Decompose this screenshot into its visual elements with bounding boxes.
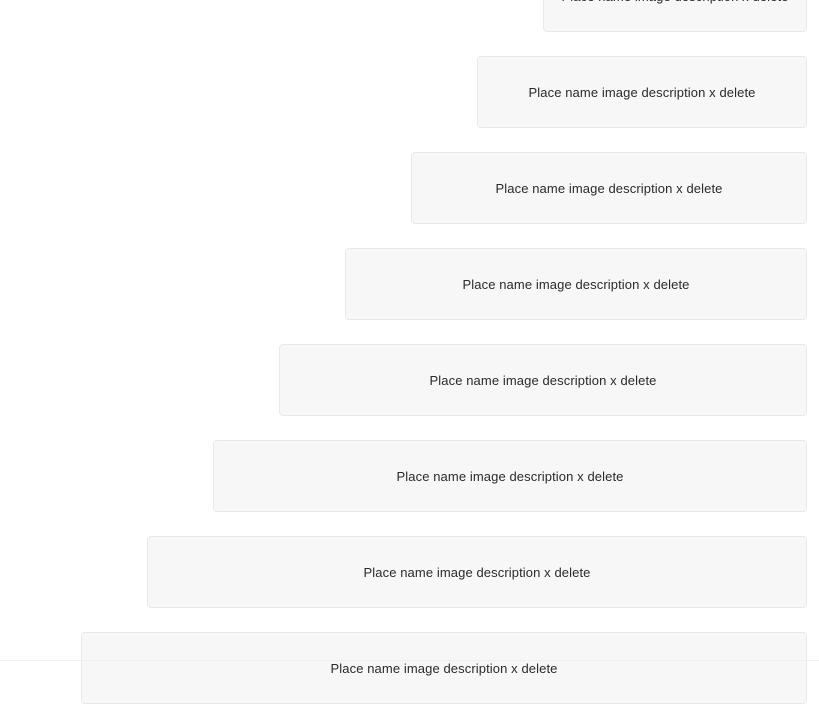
place-card-label: Place name image description x delete bbox=[364, 565, 591, 580]
place-card[interactable]: Place name image description x delete bbox=[345, 248, 807, 320]
place-card-label: Place name image description x delete bbox=[463, 277, 690, 292]
place-card-label: Place name image description x delete bbox=[397, 469, 624, 484]
place-card-label: Place name image description x delete bbox=[496, 181, 723, 196]
place-card[interactable]: Place name image description x delete bbox=[279, 344, 807, 416]
place-card[interactable]: Place name image description x delete bbox=[213, 440, 807, 512]
place-card-label: Place name image description x delete bbox=[331, 661, 558, 676]
divider bbox=[0, 660, 819, 661]
place-card[interactable]: Place name image description x delete bbox=[543, 0, 807, 32]
place-card-label: Place name image description x delete bbox=[562, 0, 789, 4]
place-card[interactable]: Place name image description x delete bbox=[147, 536, 807, 608]
card-list: Place name image description x delete Pl… bbox=[81, 0, 807, 704]
place-card[interactable]: Place name image description x delete bbox=[411, 152, 807, 224]
place-card-label: Place name image description x delete bbox=[430, 373, 657, 388]
place-card-label: Place name image description x delete bbox=[529, 85, 756, 100]
place-card[interactable]: Place name image description x delete bbox=[81, 632, 807, 704]
place-card[interactable]: Place name image description x delete bbox=[477, 56, 807, 128]
